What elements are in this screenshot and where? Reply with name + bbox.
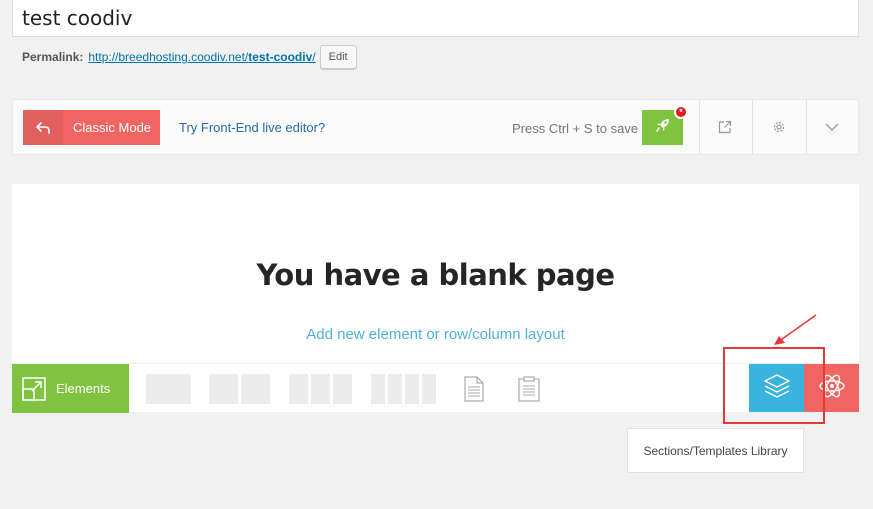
- unsaved-badge: *: [674, 105, 688, 119]
- annotation-highlight-box: [723, 347, 825, 424]
- annotation-arrow-icon: [774, 314, 817, 345]
- rocket-icon: [655, 117, 671, 138]
- layout-3-columns[interactable]: [289, 374, 352, 404]
- toolbar-divider: [699, 100, 700, 154]
- layout-4-columns[interactable]: [371, 374, 436, 404]
- undo-arrow-icon: [23, 110, 63, 145]
- permalink-trail: /: [312, 50, 316, 64]
- add-element-link[interactable]: Add new element or row/column layout: [12, 326, 859, 343]
- permalink-link[interactable]: http://breedhosting.coodiv.net/test-cood…: [88, 50, 315, 64]
- clipboard-icon[interactable]: [518, 376, 540, 407]
- gear-icon[interactable]: [766, 114, 792, 140]
- elements-button[interactable]: Elements: [12, 364, 129, 413]
- permalink-base: http://breedhosting.coodiv.net/: [88, 50, 249, 64]
- toolbar-divider: [752, 100, 753, 154]
- share-icon[interactable]: [712, 114, 738, 140]
- chevron-down-icon[interactable]: [819, 114, 845, 140]
- save-hint: Press Ctrl + S to save: [512, 121, 639, 136]
- permalink-slug: test-coodiv: [248, 50, 313, 64]
- permalink-label: Permalink:: [22, 50, 84, 64]
- layout-1-column[interactable]: [146, 374, 191, 404]
- permalink-row: Permalink: http://breedhosting.coodiv.ne…: [22, 44, 357, 70]
- edit-permalink-button[interactable]: Edit: [319, 45, 357, 69]
- classic-mode-label: Classic Mode: [73, 120, 152, 135]
- frontend-editor-link[interactable]: Try Front-End live editor?: [179, 120, 325, 135]
- elements-label: Elements: [56, 381, 111, 396]
- post-title-input[interactable]: test coodiv: [12, 0, 859, 37]
- document-icon[interactable]: [464, 376, 484, 407]
- templates-library-tooltip: Sections/Templates Library: [627, 428, 804, 473]
- builder-toolbar: Classic Mode Try Front-End live editor? …: [12, 99, 859, 155]
- classic-mode-button[interactable]: Classic Mode: [23, 110, 160, 145]
- blank-page-title: You have a blank page: [256, 258, 615, 292]
- toolbar-divider: [806, 100, 807, 154]
- layout-2-columns[interactable]: [209, 374, 270, 404]
- elements-icon: [12, 376, 56, 401]
